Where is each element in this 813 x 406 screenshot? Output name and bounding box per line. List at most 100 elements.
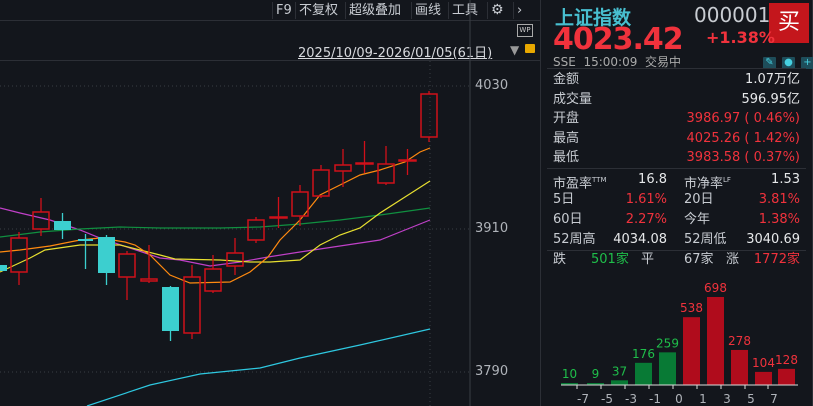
tick-label: 5 [747,392,755,406]
candle [355,141,374,173]
candle-body [204,268,222,292]
histogram-bar [635,362,652,385]
ytd-value: 1.38% [758,212,800,227]
pe-value: 16.8 [638,172,667,187]
candle-body [334,164,352,172]
bar-value-label: 176 [632,347,655,361]
histogram-bar [731,349,748,385]
stat-label: 最低 [553,150,580,165]
breadth-row: 跌 501家 平 67家 涨 1772家 [553,250,800,270]
candle [269,197,288,228]
stat-row: 金额 1.07万亿 [553,70,800,90]
tick-label: 7 [770,392,778,406]
candle-body [226,252,244,267]
candle [0,265,7,271]
stat-value: 4025.26 ( 1.42%) [686,130,800,146]
d5-value: 1.61% [625,192,667,207]
stat-label: 成交量 [553,91,593,107]
candle-body [183,276,201,334]
histogram-bar [683,317,700,385]
candle-body [118,253,136,278]
stat-row: 开盘 3986.97 ( 0.46%) [553,109,800,129]
candle-body [355,162,374,165]
bar-value-label: 10 [562,367,577,381]
candle-body [140,278,158,282]
stat-label: 金额 [553,72,580,87]
candle [183,265,201,339]
hi52-label: 52周高 [553,232,596,247]
tick-label: -3 [625,392,637,406]
y-label: 3790 [475,364,509,379]
candle [377,146,395,185]
candle [204,255,222,293]
candle-body [32,211,50,230]
tick-label: 3 [723,392,731,406]
candle [291,185,309,226]
valuation-row: 市盈率TTM 16.8 市净率LF 1.53 [553,170,800,191]
candle [118,251,136,300]
bar-value-label: 128 [775,353,798,367]
buy-button[interactable]: 买 [769,3,809,43]
quote-panel: 上证指数 000001 买 4023.42 +1.38% SSE 15:00:0… [540,0,813,406]
stat-row: 最低 3983.58 ( 0.37%) [553,148,800,168]
histogram-bar [659,352,676,385]
candle-body [98,237,115,273]
candle [312,165,330,198]
ma-long-line [86,328,431,406]
pb-value: 1.53 [771,172,800,187]
divider [547,68,806,69]
flat-count: 67家 [684,252,714,267]
d20-value: 3.81% [758,192,800,207]
d60-label: 60日 [553,212,583,227]
candle [398,149,417,175]
hi52-value: 4034.08 [613,232,667,247]
candle [420,91,438,142]
candle-body [10,237,28,273]
candle-body [0,265,7,271]
returns-row: 60日 2.27% 今年 1.38% [553,210,800,230]
stat-label: 开盘 [553,111,580,126]
bar-value-label: 278 [728,334,751,348]
bar-value-label: 9 [592,367,600,381]
ytd-label: 今年 [684,212,711,227]
candle [247,217,265,243]
bar-value-label: 104 [752,356,775,370]
bar-value-label: 37 [612,364,627,378]
d5-label: 5日 [553,192,575,207]
y-label: 4030 [475,78,509,93]
stat-row: 最高 4025.26 ( 1.42%) [553,129,800,149]
y-label: 3910 [475,221,509,236]
returns-row: 5日 1.61% 20日 3.81% [553,190,800,210]
up-label: 涨 [726,252,740,267]
candle [54,213,71,239]
candle [10,232,28,285]
lo52-label: 52周低 [684,232,727,247]
bar-value-label: 259 [656,336,679,350]
candle-body [398,159,417,162]
flat-label: 平 [641,252,655,267]
index-code: 000001 [694,3,771,27]
candle-body [54,221,71,230]
candle-body [420,93,438,138]
histogram-bar [755,371,772,385]
candle [226,238,244,275]
candlestick-chart[interactable] [0,0,540,406]
exchange: SSE [553,55,576,69]
histogram-bar [707,297,724,385]
tick-label: -1 [649,392,661,406]
stat-label: 最高 [553,130,580,146]
down-count: 501家 [591,252,629,267]
distribution-histogram: 10 9 37 176259 538698 278104 128 -7 -5 -3 -1 0 1 3 5 7 [561,281,798,406]
change-percent: +1.38% [706,28,775,47]
bar-value-label: 698 [704,281,727,295]
candle [78,234,93,269]
quote-time: 15:00:09 [583,55,638,69]
stat-row: 成交量 596.95亿 [553,90,800,110]
stat-value: 1.07万亿 [745,72,800,87]
up-count: 1772家 [753,252,800,267]
stat-value: 3986.97 ( 0.46%) [686,111,800,126]
histogram-bar [611,380,628,385]
candle [162,286,179,341]
d60-value: 2.27% [625,212,667,227]
ma5-line [0,147,431,284]
